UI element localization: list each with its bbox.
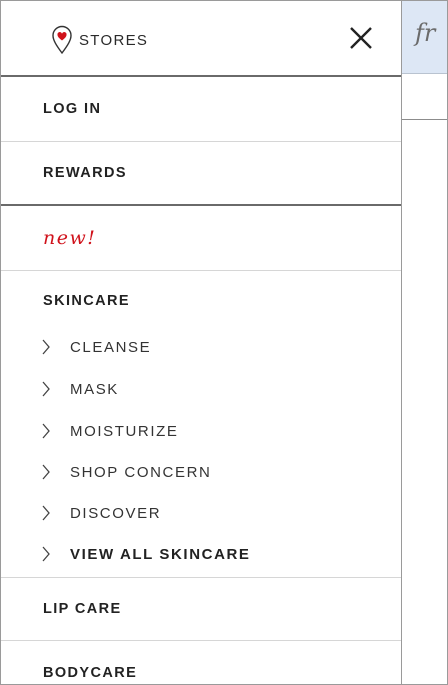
submenu-item-moisturize[interactable]: MOISTURIZE xyxy=(41,418,381,444)
navigation-drawer: STORES LOG IN REWARDS new! SKINCARE CLEA… xyxy=(1,1,402,684)
chevron-right-icon xyxy=(41,423,51,439)
drawer-header: STORES xyxy=(1,1,401,77)
submenu-item-mask[interactable]: MASK xyxy=(41,376,381,402)
close-icon xyxy=(349,26,373,55)
chevron-right-icon xyxy=(41,546,51,562)
menu-item-bodycare[interactable]: BODYCARE xyxy=(1,641,401,684)
menu-item-label: BODYCARE xyxy=(43,665,138,681)
menu-item-rewards[interactable]: REWARDS xyxy=(1,142,401,204)
menu-item-label: LIP CARE xyxy=(43,601,122,617)
submenu-item-label: CLEANSE xyxy=(70,338,152,356)
submenu-item-label: VIEW ALL SKINCARE xyxy=(70,545,251,563)
app-frame: fr STORES LOG IN REWARDS new! SKINCARE C… xyxy=(0,0,448,685)
menu-item-label: LOG IN xyxy=(43,101,102,117)
background-divider xyxy=(401,119,447,120)
submenu-item-label: DISCOVER xyxy=(70,504,162,522)
submenu-item-view-all-skincare[interactable]: VIEW ALL SKINCARE xyxy=(41,541,381,567)
divider xyxy=(1,270,401,271)
menu-item-new[interactable]: new! xyxy=(1,206,401,270)
menu-item-label: REWARDS xyxy=(43,165,127,181)
new-label: new! xyxy=(43,227,97,249)
background-header: fr xyxy=(401,1,447,74)
chevron-right-icon xyxy=(41,464,51,480)
submenu-item-shop-concern[interactable]: SHOP CONCERN xyxy=(41,459,381,485)
chevron-right-icon xyxy=(41,381,51,397)
submenu-item-discover[interactable]: DISCOVER xyxy=(41,500,381,526)
stores-link[interactable]: STORES xyxy=(51,25,148,55)
background-logo: fr xyxy=(415,19,436,47)
submenu-item-cleanse[interactable]: CLEANSE xyxy=(41,334,381,360)
close-button[interactable] xyxy=(345,25,377,55)
chevron-right-icon xyxy=(41,339,51,355)
skincare-heading[interactable]: SKINCARE xyxy=(43,293,130,309)
menu-item-lip-care[interactable]: LIP CARE xyxy=(1,578,401,640)
background-page: fr xyxy=(401,1,447,684)
submenu-item-label: SHOP CONCERN xyxy=(70,463,212,481)
submenu-item-label: MOISTURIZE xyxy=(70,422,179,440)
submenu-item-label: MASK xyxy=(70,380,119,398)
menu-item-log-in[interactable]: LOG IN xyxy=(1,77,401,141)
chevron-right-icon xyxy=(41,505,51,521)
stores-label: STORES xyxy=(79,31,149,49)
store-location-pin-icon xyxy=(51,25,73,55)
